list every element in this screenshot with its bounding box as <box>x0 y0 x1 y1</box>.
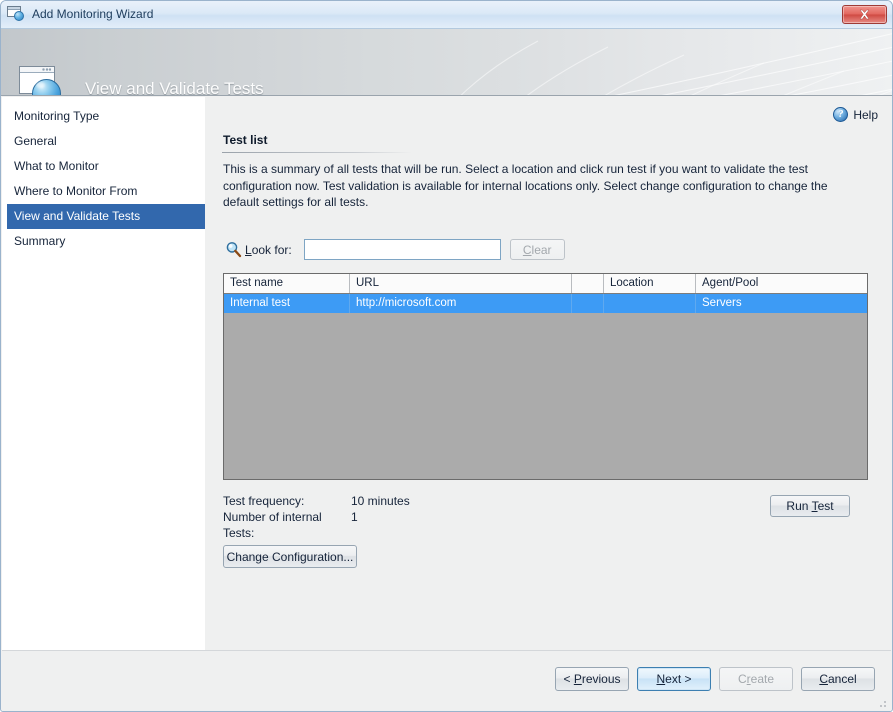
banner-monitor-globe-icon <box>17 66 67 96</box>
cell-unnamed <box>572 294 604 313</box>
sidebar-item-what-to-monitor[interactable]: What to Monitor <box>2 154 205 179</box>
section-divider <box>222 152 412 153</box>
next-rest: ext > <box>665 672 691 686</box>
test-list-table[interactable]: Test name URL Location Agent/Pool Intern… <box>223 273 868 480</box>
cell-location <box>604 294 696 313</box>
close-icon <box>858 9 871 20</box>
resize-grip-icon[interactable] <box>876 697 888 709</box>
change-config-rest: e Configuration... <box>262 550 353 564</box>
wizard-footer: < Previous Next > Create Cancel <box>2 650 891 711</box>
help-label: Help <box>853 108 878 122</box>
table-row[interactable]: Internal test http://microsoft.com Serve… <box>224 294 867 313</box>
cell-url: http://microsoft.com <box>350 294 572 313</box>
create-button[interactable]: Create <box>719 667 793 691</box>
stat-number-of-internal-tests: Number of internal Tests: 1 <box>223 509 410 525</box>
column-header-location[interactable]: Location <box>604 274 696 293</box>
page-title: View and Validate Tests <box>85 79 264 96</box>
stat-test-frequency: Test frequency: 10 minutes <box>223 493 410 509</box>
sidebar-item-label: View and Validate Tests <box>14 209 140 223</box>
wizard-header-banner: View and Validate Tests <box>1 29 892 96</box>
stat-value: 1 <box>351 509 358 525</box>
section-title: Test list <box>223 133 267 147</box>
create-rest: eate <box>751 672 774 686</box>
cancel-rest: ancel <box>828 672 857 686</box>
run-test-prefix: Run <box>786 499 811 513</box>
cancel-button[interactable]: Cancel <box>801 667 875 691</box>
change-config-prefix: Chan <box>227 550 256 564</box>
stat-value: 10 minutes <box>351 493 410 509</box>
sidebar-item-label: Summary <box>14 234 65 248</box>
next-accel: N <box>656 672 665 686</box>
previous-accel: P <box>574 672 582 686</box>
previous-prefix: < <box>563 672 573 686</box>
create-prefix: C <box>738 672 747 686</box>
run-test-button[interactable]: Run Test <box>770 495 850 517</box>
sidebar-item-general[interactable]: General <box>2 129 205 154</box>
footer-button-group: < Previous Next > Create Cancel <box>555 667 875 691</box>
main-content-panel: ? Help Test list This is a summary of al… <box>205 97 892 650</box>
sidebar-item-label: Monitoring Type <box>14 109 99 123</box>
cancel-accel: C <box>819 672 828 686</box>
column-header-test-name[interactable]: Test name <box>224 274 350 293</box>
sidebar-item-where-to-monitor-from[interactable]: Where to Monitor From <box>2 179 205 204</box>
next-button[interactable]: Next > <box>637 667 711 691</box>
window-title: Add Monitoring Wizard <box>32 6 153 22</box>
test-summary-stats: Test frequency: 10 minutes Number of int… <box>223 493 410 525</box>
run-test-rest: est <box>818 499 834 513</box>
sidebar-item-label: What to Monitor <box>14 159 99 173</box>
help-link[interactable]: ? Help <box>833 107 878 122</box>
table-header-row: Test name URL Location Agent/Pool <box>224 274 867 294</box>
previous-button[interactable]: < Previous <box>555 667 629 691</box>
clear-button[interactable]: Clear <box>510 239 565 260</box>
clear-accel: C <box>523 243 532 257</box>
sidebar-item-view-and-validate-tests[interactable]: View and Validate Tests <box>7 204 205 229</box>
search-row: Look for: Clear <box>225 239 565 260</box>
title-bar-content: Add Monitoring Wizard <box>7 5 153 22</box>
cell-test-name: Internal test <box>224 294 350 313</box>
look-for-accel: L <box>245 243 252 257</box>
sidebar-item-summary[interactable]: Summary <box>2 229 205 254</box>
sidebar-item-label: Where to Monitor From <box>14 184 137 198</box>
column-header-agent-pool[interactable]: Agent/Pool <box>696 274 867 293</box>
monitor-globe-icon <box>7 5 26 22</box>
sidebar-item-monitoring-type[interactable]: Monitoring Type <box>2 104 205 129</box>
change-config-accel: g <box>255 550 262 564</box>
clear-rest: lear <box>532 243 552 257</box>
cell-agent-pool: Servers <box>696 294 867 313</box>
title-bar: Add Monitoring Wizard <box>1 1 892 29</box>
search-input[interactable] <box>304 239 501 260</box>
change-configuration-button[interactable]: Change Configuration... <box>223 545 357 568</box>
add-monitoring-wizard-window: Add Monitoring Wizard <box>0 0 893 712</box>
section-description: This is a summary of all tests that will… <box>223 161 858 211</box>
stat-label: Number of internal Tests: <box>223 509 351 525</box>
sidebar-item-label: General <box>14 134 57 148</box>
banner-mesh-decoration <box>392 29 892 96</box>
stat-label: Test frequency: <box>223 493 351 509</box>
column-header-unnamed[interactable] <box>572 274 604 293</box>
look-for-label: Look for: <box>245 243 292 257</box>
previous-rest: revious <box>582 672 621 686</box>
column-header-url[interactable]: URL <box>350 274 572 293</box>
wizard-steps-sidebar: Monitoring Type General What to Monitor … <box>2 97 205 650</box>
search-magnifier-icon <box>225 241 242 258</box>
help-circle-icon: ? <box>833 107 848 122</box>
close-button[interactable] <box>842 5 887 24</box>
look-for-rest: ook for: <box>252 243 292 257</box>
